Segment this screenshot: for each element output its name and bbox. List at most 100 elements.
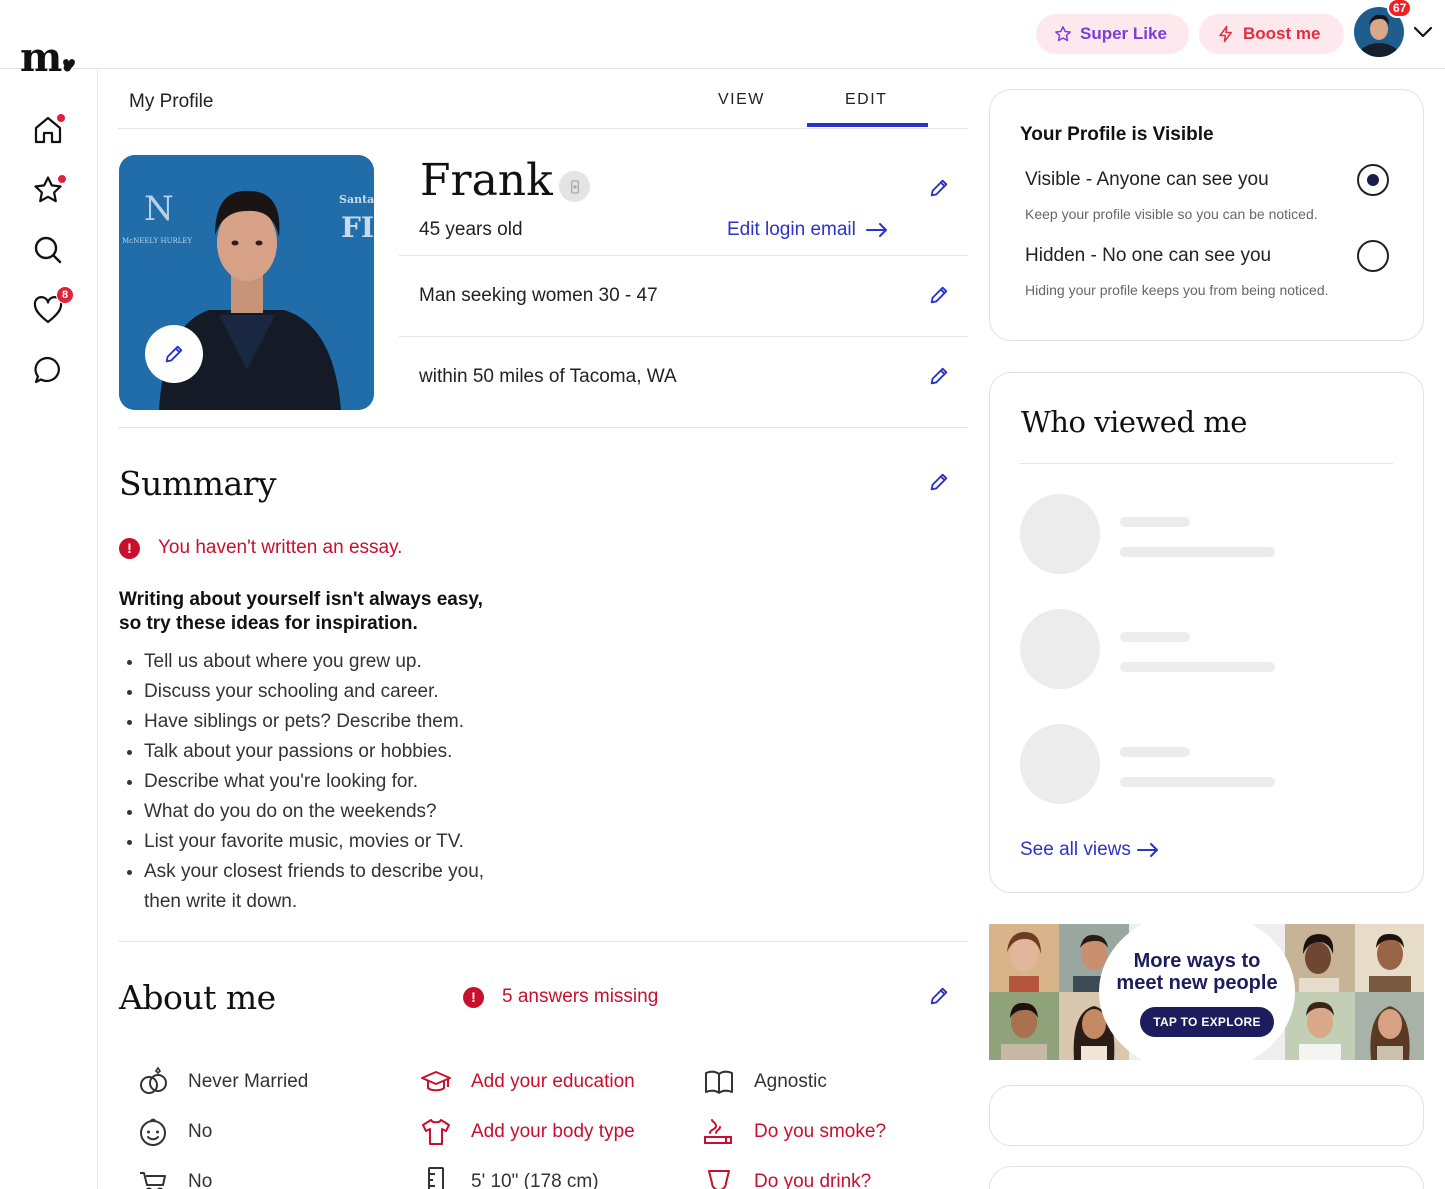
favorites-notification-dot xyxy=(57,174,67,184)
see-all-views-label: See all views xyxy=(1020,839,1131,860)
nav-search[interactable] xyxy=(32,234,64,266)
tab-view[interactable]: VIEW xyxy=(718,91,765,109)
tips-heading-line-2: so try these ideas for inspiration. xyxy=(119,613,418,634)
list-item: Tell us about where you grew up. xyxy=(127,647,564,677)
promo-photo xyxy=(1285,992,1355,1060)
divider xyxy=(1020,463,1393,464)
attr-religion[interactable]: Agnostic xyxy=(702,1065,827,1099)
about-heading: About me xyxy=(119,978,276,1017)
summary-tips-list: Tell us about where you grew up. Discuss… xyxy=(127,647,564,917)
left-nav-rail: 8 xyxy=(0,69,98,1189)
profile-photo[interactable]: N McNEELY HURLEY Santa FI xyxy=(119,155,374,410)
baby-face-icon xyxy=(140,1118,166,1146)
summary-error: ! You haven't written an essay. xyxy=(119,537,402,559)
chevron-down-icon[interactable] xyxy=(1412,24,1434,40)
verify-badge[interactable] xyxy=(559,171,590,202)
attr-smoking[interactable]: Do you smoke? xyxy=(702,1115,886,1149)
attr-has-kids[interactable]: No xyxy=(136,1115,212,1149)
phone-verify-icon xyxy=(570,179,579,194)
smoke-icon xyxy=(704,1119,732,1144)
profile-name: Frank xyxy=(420,155,553,206)
nav-favorites[interactable] xyxy=(32,174,67,206)
super-like-button[interactable]: Super Like xyxy=(1036,14,1189,54)
rings-icon xyxy=(140,1066,167,1094)
profile-tabs-bar: My Profile VIEW EDIT xyxy=(118,69,968,129)
svg-text:McNEELY HURLEY: McNEELY HURLEY xyxy=(122,237,193,245)
viewer-name-placeholder xyxy=(1120,747,1190,757)
attr-body-type[interactable]: Add your body type xyxy=(419,1115,635,1149)
search-icon xyxy=(34,236,62,264)
promo-line-2: meet new people xyxy=(1116,972,1278,994)
edit-name-pencil-icon[interactable] xyxy=(928,177,950,199)
divider xyxy=(399,336,968,337)
viewer-detail-placeholder xyxy=(1120,547,1275,557)
chat-bubble-icon xyxy=(34,356,60,384)
profile-age: 45 years old xyxy=(419,219,523,240)
viewer-detail-placeholder xyxy=(1120,777,1275,787)
attr-label: Add your education xyxy=(471,1071,635,1092)
drink-icon xyxy=(708,1170,730,1189)
attr-label: Never Married xyxy=(188,1071,309,1092)
nav-messages[interactable] xyxy=(32,354,64,386)
hidden-option-sub: Hiding your profile keeps you from being… xyxy=(1025,282,1329,298)
attr-relationship[interactable]: Never Married xyxy=(136,1065,308,1099)
edit-about-pencil-icon[interactable] xyxy=(928,985,950,1007)
attr-drinking[interactable]: Do you drink? xyxy=(702,1165,871,1189)
attr-label: Add your body type xyxy=(471,1121,635,1142)
edit-photo-button[interactable] xyxy=(145,325,203,383)
list-item: What do you do on the weekends? xyxy=(127,797,564,827)
attr-height[interactable]: 5' 10" (178 cm) xyxy=(419,1165,599,1189)
see-all-views-link[interactable]: See all views xyxy=(1020,839,1159,861)
edit-login-email-link[interactable]: Edit login email xyxy=(727,219,888,241)
edit-location-pencil-icon[interactable] xyxy=(928,365,950,387)
super-like-label: Super Like xyxy=(1080,24,1167,43)
likes-count-badge: 8 xyxy=(56,286,74,304)
hidden-option-label[interactable]: Hidden - No one can see you xyxy=(1025,245,1271,267)
tab-edit[interactable]: EDIT xyxy=(845,91,887,109)
hidden-radio[interactable] xyxy=(1357,240,1389,272)
tap-to-explore-button[interactable]: TAP TO EXPLORE xyxy=(1140,1007,1274,1037)
attr-label: No xyxy=(188,1121,213,1142)
attr-wants-kids[interactable]: No xyxy=(136,1165,212,1189)
attr-label: Agnostic xyxy=(754,1071,827,1092)
page-title: My Profile xyxy=(129,91,214,112)
list-item: Describe what you're looking for. xyxy=(127,767,564,797)
viewer-avatar-placeholder xyxy=(1020,494,1100,574)
nav-likes[interactable]: 8 xyxy=(32,286,74,326)
viewer-avatar-placeholder xyxy=(1020,724,1100,804)
visible-option-label[interactable]: Visible - Anyone can see you xyxy=(1025,169,1269,191)
edit-summary-pencil-icon[interactable] xyxy=(928,471,950,493)
viewer-name-placeholder xyxy=(1120,517,1190,527)
divider xyxy=(399,255,968,256)
promo-photo xyxy=(1355,992,1424,1060)
list-item: Have siblings or pets? Describe them. xyxy=(127,707,564,737)
svg-text:Santa: Santa xyxy=(339,193,374,206)
tips-heading-line-1: Writing about yourself isn't always easy… xyxy=(119,589,483,610)
edit-seeking-pencil-icon[interactable] xyxy=(928,284,950,306)
list-item: Discuss your schooling and career. xyxy=(127,677,564,707)
boost-button[interactable]: Boost me xyxy=(1199,14,1344,54)
explore-promo-banner[interactable]: More ways to meet new people TAP TO EXPL… xyxy=(989,924,1424,1060)
list-item: List your favorite music, movies or TV. xyxy=(127,827,564,857)
active-tab-indicator xyxy=(807,123,928,127)
visible-radio[interactable] xyxy=(1357,164,1389,196)
nav-home[interactable] xyxy=(32,113,66,146)
summary-tips-heading: Writing about yourself isn't always easy… xyxy=(119,588,539,636)
shirt-icon xyxy=(422,1119,450,1145)
edit-login-email-label: Edit login email xyxy=(727,219,856,240)
star-icon xyxy=(1055,26,1071,42)
promo-photo xyxy=(1285,924,1355,992)
location-preference: within 50 miles of Tacoma, WA xyxy=(419,366,677,387)
promo-photo xyxy=(989,924,1059,992)
about-missing-text: 5 answers missing xyxy=(502,986,659,1007)
summary-heading: Summary xyxy=(119,464,277,503)
arrow-right-icon xyxy=(1136,843,1158,857)
attr-label: No xyxy=(188,1171,213,1189)
svg-text:N: N xyxy=(144,189,174,229)
attr-education[interactable]: Add your education xyxy=(419,1065,635,1099)
attr-label: 5' 10" (178 cm) xyxy=(471,1171,599,1189)
summary-error-text: You haven't written an essay. xyxy=(158,537,403,558)
notification-badge: 67 xyxy=(1387,0,1413,18)
seeking-preference: Man seeking women 30 - 47 xyxy=(419,285,658,306)
section-divider xyxy=(118,427,968,428)
